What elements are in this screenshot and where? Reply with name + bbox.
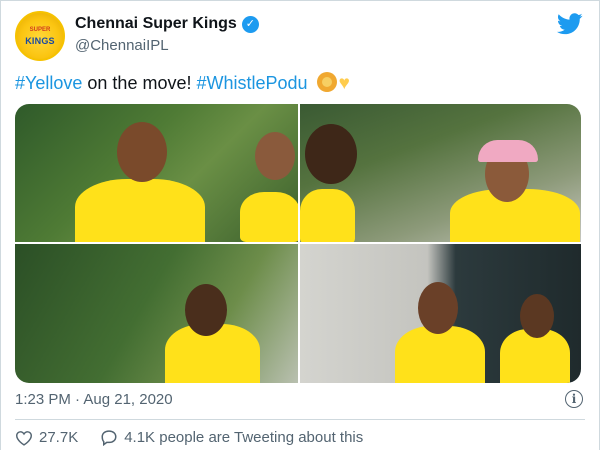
tweet-text: #Yellove on the move! #WhistlePodu ♥ — [15, 72, 350, 95]
like-count: 27.7K — [39, 429, 79, 446]
photo-2[interactable] — [300, 104, 581, 242]
player-head — [305, 124, 357, 184]
player-figure — [240, 192, 298, 242]
verified-badge-icon: ✓ — [241, 15, 259, 33]
yellow-heart-emoji-icon: ♥ — [338, 73, 350, 94]
heart-icon — [15, 430, 33, 446]
player-figure — [75, 179, 205, 242]
tweet-body-text: on the move! — [82, 73, 197, 93]
action-bar: 27.7K 4.1K people are Tweeting about thi… — [15, 429, 385, 446]
avatar-top-text: SUPER — [29, 27, 51, 33]
lion-emoji-icon — [316, 72, 337, 92]
media-grid — [15, 104, 581, 383]
avatar[interactable]: SUPER KINGS — [15, 11, 65, 61]
author-handle[interactable]: @ChennaiIPL — [75, 37, 169, 54]
pink-cap — [478, 140, 538, 162]
info-icon[interactable]: i — [565, 390, 583, 408]
hashtag-whistlepodu[interactable]: #WhistlePodu — [196, 73, 307, 93]
twitter-bird-icon[interactable] — [557, 13, 583, 35]
player-head — [520, 294, 554, 338]
player-head — [418, 282, 458, 334]
player-head — [117, 122, 167, 182]
hashtag-yellove[interactable]: #Yellove — [15, 73, 82, 93]
photo-3[interactable] — [15, 244, 298, 383]
reply-button[interactable]: 4.1K people are Tweeting about this — [100, 429, 363, 446]
divider — [15, 419, 585, 420]
like-button[interactable]: 27.7K — [15, 429, 78, 446]
tweet-card: SUPER KINGS Chennai Super Kings ✓ @Chenn… — [0, 0, 600, 450]
avatar-logo-text: KINGS — [25, 36, 55, 46]
photo-1[interactable] — [15, 104, 298, 242]
reply-count-text: 4.1K people are Tweeting about this — [124, 429, 364, 446]
player-figure — [395, 326, 485, 383]
display-name[interactable]: Chennai Super Kings — [75, 15, 237, 33]
player-head — [185, 284, 227, 336]
tweet-timestamp[interactable]: 1:23 PM · Aug 21, 2020 — [15, 391, 173, 408]
player-figure — [300, 189, 355, 242]
photo-4[interactable] — [300, 244, 581, 383]
player-head — [255, 132, 295, 180]
speech-bubble-icon — [101, 430, 117, 446]
author-name-row: Chennai Super Kings ✓ — [75, 15, 259, 33]
